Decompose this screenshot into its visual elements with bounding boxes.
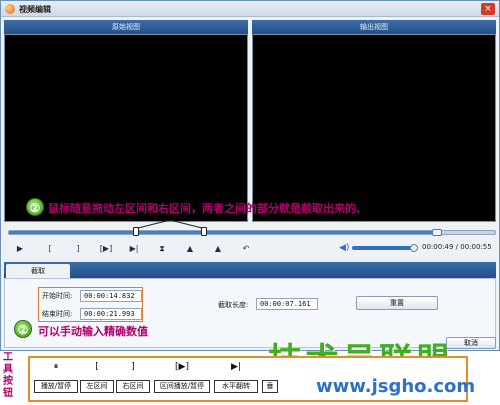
original-view-header: 原始视图 (4, 20, 248, 34)
end-time-input[interactable]: 00:00:21.993 (80, 308, 142, 320)
right-bracket-icon[interactable]: ] (70, 241, 86, 257)
annotation-drag-hint: 鼠标随意拖动左区间和右区间，两者之间的部分就是截取出来的、 (48, 202, 367, 215)
timeline-scrubber[interactable] (8, 229, 496, 236)
next-frame-icon[interactable]: ▶| (126, 241, 142, 257)
title-bar: 视频编辑 × (1, 1, 499, 17)
legend-label: 右区间 (116, 380, 150, 393)
current-time: 00:00:49 (422, 243, 454, 251)
trim-length-value: 00:00:07.161 (256, 298, 318, 310)
left-bracket-icon[interactable]: [ (42, 241, 58, 257)
annotation-badge-1: ② (26, 198, 44, 216)
legend-label: 播放/暂停 (34, 380, 78, 393)
left-range-marker[interactable] (133, 227, 139, 236)
app-logo-icon (5, 4, 15, 14)
flip-horizontal-icon[interactable]: ▲ (182, 241, 198, 257)
pause-icon: ⏸ (53, 362, 59, 372)
play-range-icon: [▶] (175, 362, 189, 372)
tab-trim[interactable]: 截取 (6, 264, 70, 278)
legend-tool-right-range: ] 右区间 (116, 360, 150, 398)
legend-tool-flip-horizontal: ▶| 水平翻转 (214, 360, 258, 398)
right-bracket-icon: ] (131, 362, 135, 372)
start-time-input[interactable]: 00:00:14.832 (80, 290, 142, 302)
end-time-label: 结束时间: (42, 310, 73, 318)
legend-label: 左区间 (80, 380, 114, 393)
range-connector (137, 219, 203, 229)
annotation-badge-2: ② (14, 320, 32, 338)
flip-vertical-icon[interactable]: ▲ (210, 241, 226, 257)
legend-tool-left-range: [ 左区间 (80, 360, 114, 398)
window-title: 视频编辑 (19, 5, 51, 14)
play-range-icon[interactable]: [▶] (98, 241, 114, 257)
timeline-progress (9, 231, 437, 234)
playback-controls: ▶ [ ] [▶] ▶| ⧗ ▲ ▲ ↶ (6, 239, 494, 259)
total-time: 00:00:55 (460, 243, 492, 251)
tab-strip: 截取 (4, 262, 496, 278)
legend-label: 区间播放/暂停 (154, 380, 210, 393)
output-video-screen (252, 34, 496, 222)
volume-thumb[interactable] (410, 244, 418, 252)
cancel-button[interactable]: 取消 (446, 337, 496, 349)
trim-icon[interactable]: ⧗ (154, 241, 170, 257)
original-video-screen (4, 34, 248, 222)
legend-label: 水平翻转 (214, 380, 258, 393)
annotation-input-hint: 可以手动输入精确数值 (38, 325, 148, 338)
watermark-url: www.jsgho.com (316, 376, 476, 397)
legend-tool-play-pause: ⏸ 播放/暂停 (34, 360, 78, 398)
legend-label: 垂 (262, 380, 278, 393)
timeline-handle[interactable] (431, 229, 442, 236)
legend-tool-vertical: 垂 (262, 360, 278, 398)
next-frame-icon: ▶| (231, 362, 241, 372)
undo-icon[interactable]: ↶ (238, 241, 254, 257)
legend-tool-range-play: [▶] 区间播放/暂停 (154, 360, 210, 398)
time-readout: 00:00:49 / 00:00:55 (422, 243, 492, 251)
volume-icon[interactable]: ◀) (339, 243, 349, 253)
volume-slider[interactable] (352, 246, 414, 250)
output-view-header: 输出视图 (252, 20, 496, 34)
right-range-marker[interactable] (201, 227, 207, 236)
trim-length-label: 截取长度: (218, 301, 249, 309)
reset-button[interactable]: 重置 (356, 296, 438, 310)
left-bracket-icon: [ (95, 362, 99, 372)
tool-legend-caption: 工具按钮 (3, 352, 13, 399)
start-time-label: 开始时间: (42, 292, 73, 300)
play-icon[interactable]: ▶ (12, 241, 28, 257)
close-button[interactable]: × (481, 3, 495, 15)
